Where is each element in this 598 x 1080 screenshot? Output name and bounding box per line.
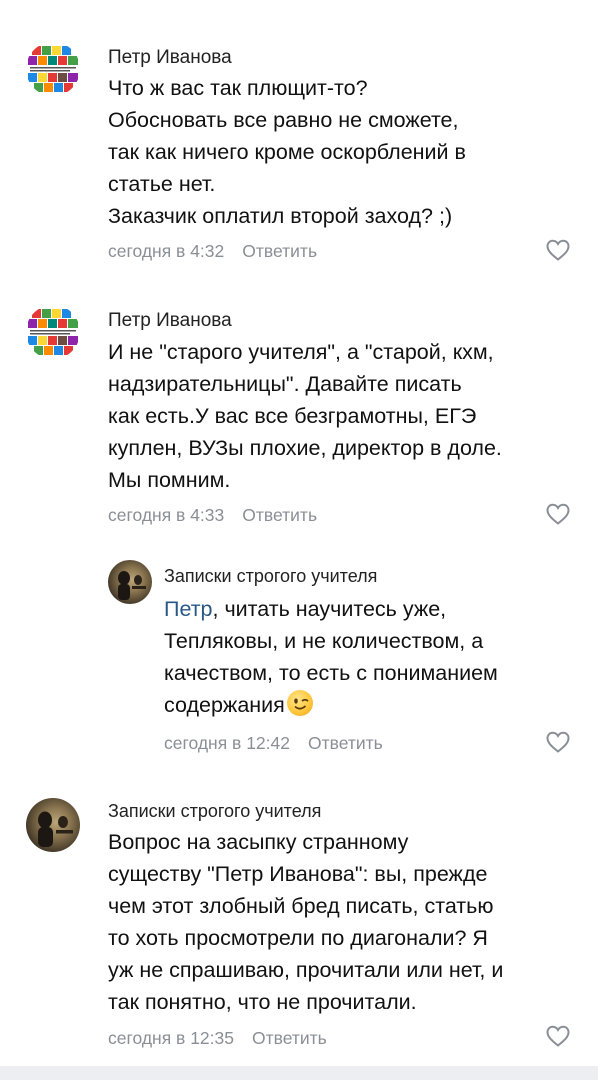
- reply-button[interactable]: Ответить: [242, 241, 317, 261]
- comment-meta: сегодня в 4:33 Ответить: [108, 505, 317, 526]
- comment-author[interactable]: Записки строгого учителя: [108, 801, 321, 822]
- comment-text-line: И не "старого учителя", а "старой, кхм,: [108, 340, 494, 364]
- like-heart-icon[interactable]: [545, 238, 571, 262]
- comment-author[interactable]: Петр Иванова: [108, 310, 232, 332]
- comment-text-line: Тепляковы, и не количеством, а: [164, 629, 484, 653]
- comment-timestamp[interactable]: сегодня в 4:33: [108, 505, 224, 525]
- comment-text-line: Вопрос на засыпку странному: [108, 830, 409, 854]
- comment-text-line: Что ж вас так плющит-то?: [108, 76, 368, 100]
- reply-button[interactable]: Ответить: [242, 505, 317, 525]
- comment-timestamp[interactable]: сегодня в 12:42: [164, 733, 290, 753]
- comment-text: Вопрос на засыпку странному существу "Пе…: [108, 826, 578, 1018]
- reply-button[interactable]: Ответить: [252, 1028, 327, 1048]
- comment-text-line: существу "Петр Иванова": вы, прежде: [108, 862, 488, 886]
- comment-text-line: качеством, то есть с пониманием: [164, 661, 498, 685]
- comment-timestamp[interactable]: сегодня в 4:32: [108, 241, 224, 261]
- comment-text-line: куплен, ВУЗы плохие, директор в доле.: [108, 436, 502, 460]
- comment-text-fragment: , читать научитесь уже,: [212, 597, 447, 621]
- comment-text: И не "старого учителя", а "старой, кхм, …: [108, 336, 578, 496]
- like-heart-icon[interactable]: [545, 502, 571, 526]
- comment-text-line: чем этот злобный бред писать, статью: [108, 894, 494, 918]
- comment-meta: сегодня в 4:32 Ответить: [108, 241, 317, 262]
- comment-text-line: Мы помним.: [108, 468, 231, 492]
- comment-text-line: так понятно, что не прочитали.: [108, 990, 417, 1014]
- comment-text-line: уж не спрашиваю, прочитали или нет, и: [108, 958, 504, 982]
- comment-meta: сегодня в 12:42 Ответить: [164, 733, 383, 754]
- reply-button[interactable]: Ответить: [308, 733, 383, 753]
- comment-text-line: как есть.У вас все безграмотны, ЕГЭ: [108, 404, 477, 428]
- like-heart-icon[interactable]: [545, 1024, 571, 1048]
- comment-text-line: статье нет.: [108, 172, 216, 196]
- bottom-divider: [0, 1066, 598, 1080]
- comment-text-line: содержания: [164, 689, 584, 721]
- author-avatar[interactable]: [26, 42, 80, 96]
- comment-text-line: Обосновать все равно не сможете,: [108, 108, 459, 132]
- winking-face-emoji: [286, 690, 313, 716]
- comment-text-fragment: содержания: [164, 693, 285, 717]
- comment-meta: сегодня в 12:35 Ответить: [108, 1028, 327, 1049]
- comment-text-line: надзирательницы". Давайте писать: [108, 372, 462, 396]
- comment-text-line: Заказчик оплатил второй заход? ;): [108, 204, 453, 228]
- mention-link[interactable]: Петр: [164, 597, 213, 621]
- author-avatar[interactable]: [26, 798, 80, 852]
- author-avatar[interactable]: [108, 560, 152, 604]
- author-avatar[interactable]: [26, 305, 80, 359]
- comment-timestamp[interactable]: сегодня в 12:35: [108, 1028, 234, 1048]
- comment-text-line: так как ничего кроме оскорблений в: [108, 140, 466, 164]
- comment-text: Что ж вас так плющит-то? Обосновать все …: [108, 72, 578, 232]
- comment-text-line: Петр, читать научитесь уже,: [164, 593, 584, 625]
- comment-text: Петр, читать научитесь уже, Тепляковы, и…: [164, 593, 584, 721]
- comment-author[interactable]: Петр Иванова: [108, 47, 232, 69]
- comment-text-line: то хоть просмотрели по диагонали? Я: [108, 926, 488, 950]
- like-heart-icon[interactable]: [545, 730, 571, 754]
- comment-author[interactable]: Записки строгого учителя: [164, 566, 377, 587]
